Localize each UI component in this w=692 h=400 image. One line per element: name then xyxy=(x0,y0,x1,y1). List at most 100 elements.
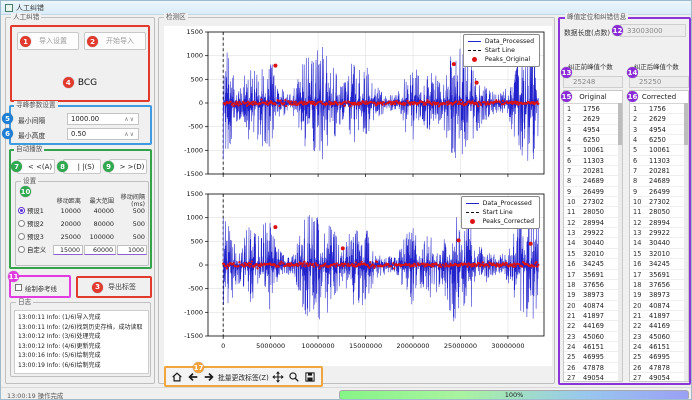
table-row[interactable]: 1837656 xyxy=(564,280,622,290)
table-row[interactable]: 1329922 xyxy=(564,228,622,238)
spinner-icons[interactable]: ∧∨ xyxy=(124,131,135,138)
preset-row[interactable]: 自定义15000600001000 xyxy=(16,243,148,256)
table-row[interactable]: 34954 xyxy=(630,125,688,135)
table-row[interactable]: 1329922 xyxy=(630,228,688,238)
svg-text:-1500: -1500 xyxy=(184,332,203,340)
table-row[interactable]: 22629 xyxy=(630,114,688,124)
preset-row[interactable]: 预设22000080000500 xyxy=(16,217,148,230)
zoom-icon[interactable] xyxy=(288,370,301,383)
spin-down-icon[interactable]: ∨ xyxy=(130,116,135,123)
table-row[interactable]: 1228994 xyxy=(630,218,688,228)
min-interval-input[interactable]: 1000.00 ∧∨ xyxy=(67,113,139,125)
table-row[interactable]: 2647878 xyxy=(630,363,688,373)
table-row[interactable]: 2546995 xyxy=(564,352,622,362)
table-row[interactable]: 46250 xyxy=(630,135,688,145)
table-row[interactable]: 2141897 xyxy=(564,311,622,321)
import-settings-button[interactable]: 1 导入设置 xyxy=(17,32,79,50)
play-prev-button[interactable]: < <(A) xyxy=(17,159,55,174)
table-row[interactable]: 824689 xyxy=(630,176,688,186)
table-row[interactable]: 1027302 xyxy=(630,197,688,207)
table-row[interactable]: 1532010 xyxy=(564,249,622,259)
table-row[interactable]: 2647878 xyxy=(564,363,622,373)
chart-bottom[interactable]: 150010005000-500-1000-150005000000100000… xyxy=(164,188,552,364)
table-row[interactable]: 11756 xyxy=(564,104,622,114)
table-row[interactable]: 1938973 xyxy=(630,290,688,300)
table-row[interactable]: 11756 xyxy=(630,104,688,114)
table-row[interactable]: 2141897 xyxy=(630,311,688,321)
table-row[interactable]: 1938973 xyxy=(564,290,622,300)
forward-arrow-icon[interactable] xyxy=(202,370,215,383)
badge-14: 14 xyxy=(627,67,638,78)
table-row[interactable]: 2546995 xyxy=(630,352,688,362)
batch-edit-labels-button[interactable]: 批量更改标签(Z) xyxy=(218,372,269,382)
table-row[interactable]: 1128050 xyxy=(630,207,688,217)
chart-top[interactable]: 150010005000-500-1000-1500Data_Processed… xyxy=(164,26,552,184)
play-next-button[interactable]: > >(D) xyxy=(109,159,147,174)
start-import-button[interactable]: 2 开始导入 xyxy=(84,32,146,50)
preset-radio[interactable] xyxy=(18,246,25,253)
table-row[interactable]: 2446151 xyxy=(564,342,622,352)
preset-radio[interactable] xyxy=(18,233,25,240)
table-row[interactable]: 2040874 xyxy=(564,301,622,311)
table-row[interactable]: 1532010 xyxy=(630,249,688,259)
table-row[interactable]: 1430440 xyxy=(630,238,688,248)
pan-icon[interactable] xyxy=(272,370,285,383)
table-row[interactable]: 2345060 xyxy=(564,332,622,342)
table-row[interactable]: 1735691 xyxy=(564,270,622,280)
min-height-input[interactable]: 0.50 ∧∨ xyxy=(67,128,139,140)
corrected-scrollbar[interactable] xyxy=(684,103,688,381)
table-row[interactable]: 510061 xyxy=(564,145,622,155)
original-peaks-table[interactable]: Original 1175622629349544625051006161130… xyxy=(563,90,623,382)
table-row[interactable]: 2244169 xyxy=(564,321,622,331)
preset-row[interactable]: 预设325000100000500 xyxy=(16,230,148,243)
table-row[interactable]: 22629 xyxy=(564,114,622,124)
table-row[interactable]: 1837656 xyxy=(630,280,688,290)
preset-radio[interactable] xyxy=(18,220,25,227)
log-area[interactable]: 13:00:11 Info: (1/6)导入完成13:00:11 Info: (… xyxy=(14,310,149,374)
original-scrollbar[interactable] xyxy=(618,103,622,381)
save-icon[interactable] xyxy=(304,370,317,383)
table-row[interactable]: 1228994 xyxy=(564,218,622,228)
table-row[interactable]: 720281 xyxy=(630,166,688,176)
table-row[interactable]: 926499 xyxy=(630,187,688,197)
table-row[interactable]: 510061 xyxy=(630,145,688,155)
spin-down-icon[interactable]: ∨ xyxy=(130,131,135,138)
reference-checkbox[interactable] xyxy=(15,284,22,291)
row-index: 22 xyxy=(564,321,579,331)
table-row[interactable]: 1128050 xyxy=(564,207,622,217)
spinner-icons[interactable]: ∧∨ xyxy=(124,116,135,123)
table-row[interactable]: 34954 xyxy=(564,125,622,135)
status-bar: 13:00:19 操作完成 100% xyxy=(1,387,692,400)
table-row[interactable]: 1735691 xyxy=(630,270,688,280)
table-row[interactable]: 1027302 xyxy=(564,197,622,207)
preset-custom-input[interactable]: 15000 xyxy=(53,245,83,255)
table-row[interactable]: 611303 xyxy=(564,156,622,166)
preset-row[interactable]: 预设11000040000500 xyxy=(16,204,148,217)
table-row[interactable]: 2345060 xyxy=(630,332,688,342)
table-row[interactable]: 2244169 xyxy=(630,321,688,331)
table-row[interactable]: 611303 xyxy=(630,156,688,166)
peak-value: 2629 xyxy=(645,114,688,124)
play-pause-button[interactable]: | |(S) xyxy=(63,159,101,174)
table-row[interactable]: 2749054 xyxy=(630,373,688,382)
table-row[interactable]: 1634245 xyxy=(630,259,688,269)
preset-custom-input[interactable]: 60000 xyxy=(84,245,116,255)
table-row[interactable]: 2040874 xyxy=(630,301,688,311)
preset-label: 预设3 xyxy=(27,232,53,241)
table-row[interactable]: 46250 xyxy=(564,135,622,145)
table-row[interactable]: 2749054 xyxy=(564,373,622,382)
preset-radio[interactable] xyxy=(18,207,25,214)
table-row[interactable]: 2446151 xyxy=(630,342,688,352)
table-row[interactable]: 824689 xyxy=(564,176,622,186)
export-labels-button[interactable]: 3 导出标签 xyxy=(76,276,152,298)
app-icon xyxy=(5,4,13,12)
preset-custom-input[interactable]: 1000 xyxy=(117,245,147,255)
table-row[interactable]: 1634245 xyxy=(564,259,622,269)
peak-value: 29922 xyxy=(645,228,688,238)
corrected-peaks-table[interactable]: Corrected 117562262934954462505100616113… xyxy=(629,90,689,382)
table-row[interactable]: 720281 xyxy=(564,166,622,176)
table-row[interactable]: 1430440 xyxy=(564,238,622,248)
table-row[interactable]: 926499 xyxy=(564,187,622,197)
peak-value: 47878 xyxy=(579,363,622,373)
home-icon[interactable] xyxy=(170,370,183,383)
